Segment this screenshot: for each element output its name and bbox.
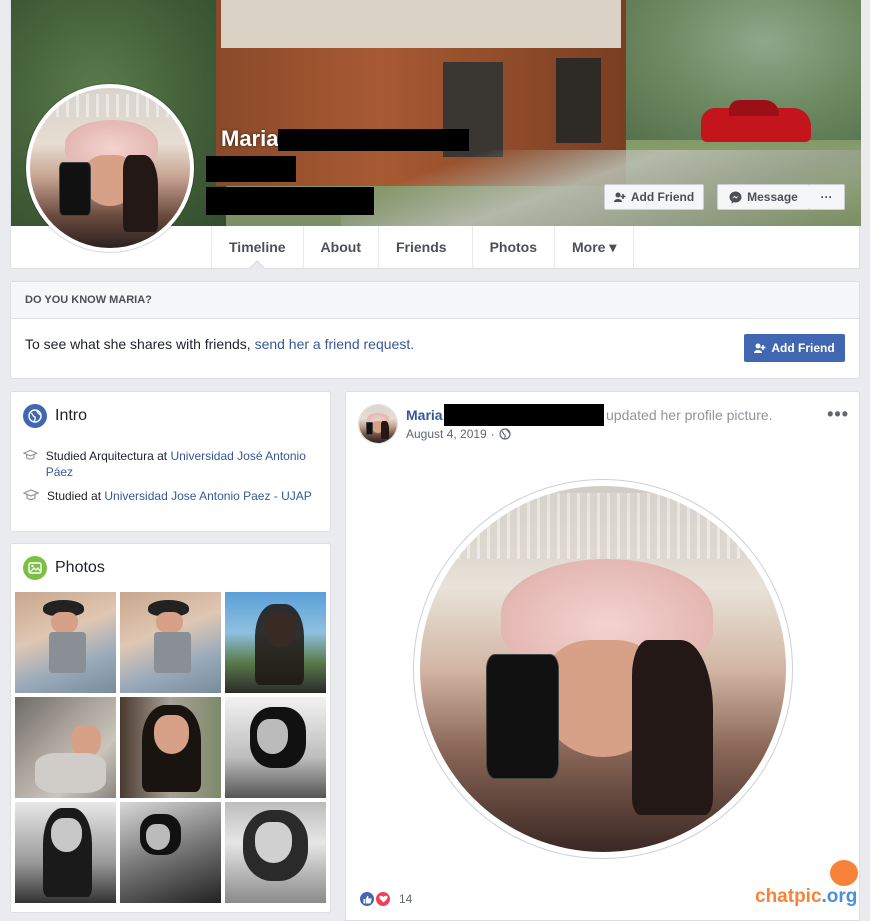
- messenger-icon: [729, 191, 742, 203]
- prompt-text-body: To see what she shares with friends,: [25, 336, 255, 352]
- photo-thumbnail[interactable]: [120, 592, 221, 693]
- watermark-bubble-icon: [830, 860, 858, 886]
- photo-thumbnail[interactable]: [225, 592, 326, 693]
- profile-name[interactable]: Maria: [221, 126, 278, 152]
- redaction-bar: [206, 156, 296, 182]
- post-reactions[interactable]: 14: [358, 890, 412, 908]
- watermark-logo: chatpic.org: [755, 860, 860, 910]
- post-photo-image: [420, 486, 786, 852]
- post-author-avatar-image: [359, 405, 397, 443]
- post-author-avatar[interactable]: [358, 404, 398, 444]
- redaction-bar: [278, 129, 469, 151]
- add-friend-button-secondary[interactable]: Add Friend: [744, 334, 845, 362]
- education-item: Studied Arquitectura at Universidad José…: [23, 448, 313, 480]
- add-friend-icon: [754, 343, 766, 353]
- watermark-text: chatpic.org: [755, 886, 857, 908]
- photo-thumbnail[interactable]: [120, 697, 221, 798]
- photo-thumbnail[interactable]: [225, 802, 326, 903]
- profile-picture-image: [30, 88, 190, 248]
- tab-label: More ▾: [572, 238, 617, 255]
- graduation-cap-icon: [23, 489, 39, 501]
- graduation-cap-icon: [23, 449, 38, 460]
- profile-header: Maria Add Friend Message ··· Timeline Ab…: [10, 0, 861, 269]
- education-item: Studied at Universidad Jose Antonio Paez…: [23, 488, 313, 504]
- post-author-name[interactable]: Maria: [406, 407, 443, 423]
- cover-car: [701, 100, 811, 142]
- tab-label: Photos: [489, 239, 538, 255]
- add-friend-button[interactable]: Add Friend: [604, 184, 704, 210]
- photos-title[interactable]: Photos: [55, 559, 105, 577]
- add-friend-label: Add Friend: [630, 190, 695, 204]
- love-icon: [374, 890, 392, 908]
- message-button[interactable]: Message: [717, 184, 810, 210]
- intro-title: Intro: [55, 407, 88, 424]
- photo-thumbnail[interactable]: [225, 697, 326, 798]
- photo-thumbnail[interactable]: [15, 592, 116, 693]
- post-meta: August 4, 2019 ·: [406, 427, 511, 441]
- post-options-button[interactable]: •••: [827, 404, 849, 425]
- post-photo[interactable]: [414, 480, 792, 858]
- post-date[interactable]: August 4, 2019: [406, 427, 487, 441]
- cover-house-upper: [221, 0, 621, 48]
- education-text: Studied Arquitectura at: [45, 449, 171, 463]
- tab-photos[interactable]: Photos: [471, 226, 554, 268]
- redaction-bar: [206, 187, 374, 215]
- globe-icon: [23, 404, 47, 428]
- profile-tabs: Timeline About Friends Photos More ▾: [211, 226, 635, 269]
- tab-more[interactable]: More ▾: [554, 226, 635, 268]
- watermark-text-b: .org: [821, 886, 858, 907]
- cover-window: [556, 58, 601, 143]
- photos-icon: [23, 556, 47, 580]
- education-text: Studied at: [47, 489, 105, 503]
- tab-about[interactable]: About: [302, 226, 378, 268]
- globe-icon: [499, 428, 511, 440]
- tab-label: Timeline: [229, 239, 286, 255]
- send-friend-request-link[interactable]: send her a friend request.: [255, 336, 415, 352]
- intro-header: Intro: [23, 404, 87, 428]
- more-options-icon: ···: [820, 190, 833, 204]
- more-options-button[interactable]: ···: [809, 184, 845, 210]
- message-label: Message: [747, 190, 798, 204]
- tab-label: Friends: [395, 239, 447, 255]
- photos-card: Photos: [10, 543, 331, 913]
- post-action-text: updated her profile picture.: [606, 407, 773, 423]
- post-card: Maria updated her profile picture. Augus…: [345, 391, 860, 921]
- school-link[interactable]: Universidad Jose Antonio Paez - UJAP: [104, 489, 311, 503]
- photo-grid: [15, 592, 328, 903]
- tab-label: About: [320, 239, 361, 255]
- add-friend-label: Add Friend: [771, 341, 835, 355]
- redaction-bar: [444, 404, 604, 426]
- photo-thumbnail[interactable]: [15, 802, 116, 903]
- friend-request-prompt: DO YOU KNOW MARIA? To see what she share…: [10, 281, 860, 379]
- add-friend-icon: [613, 192, 626, 202]
- intro-card: Intro Studied Arquitectura at Universida…: [10, 391, 331, 532]
- tab-timeline[interactable]: Timeline: [211, 226, 303, 269]
- profile-picture[interactable]: [26, 84, 194, 252]
- prompt-text: To see what she shares with friends, sen…: [25, 336, 414, 352]
- tab-friends[interactable]: Friends: [377, 226, 472, 268]
- photos-header: Photos: [23, 556, 105, 580]
- photo-thumbnail[interactable]: [15, 697, 116, 798]
- prompt-heading: DO YOU KNOW MARIA?: [11, 282, 859, 319]
- watermark-text-a: chatpic: [755, 886, 822, 907]
- post-header: Maria updated her profile picture.: [406, 404, 773, 426]
- photo-thumbnail[interactable]: [120, 802, 221, 903]
- meta-separator: ·: [490, 427, 495, 441]
- reaction-count: 14: [399, 892, 413, 906]
